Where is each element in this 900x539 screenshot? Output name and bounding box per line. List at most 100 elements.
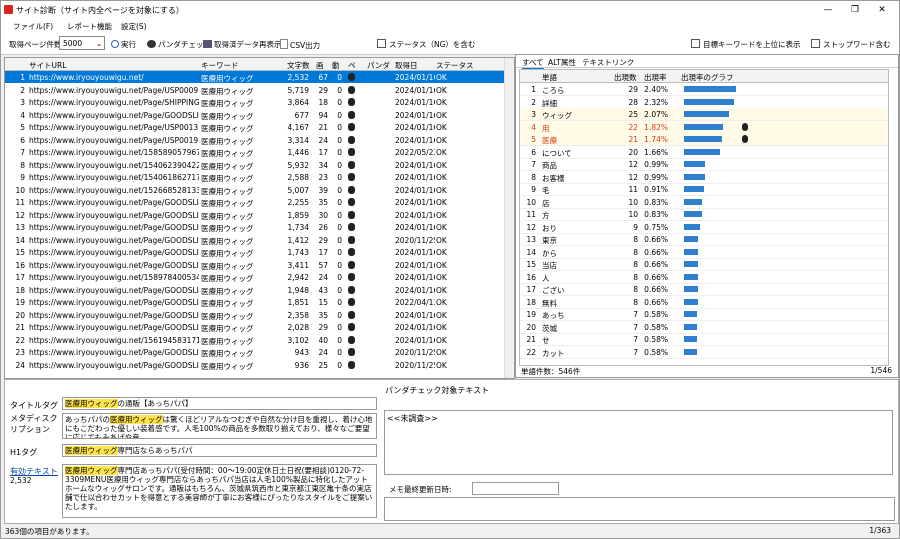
word-row[interactable]: 7 商品 12 0.99% — [520, 158, 888, 171]
meta-description-label: メタディスクリプション — [10, 414, 58, 434]
table-row[interactable]: 16 https://www.iryouyouwigu.net/Page/GOOD… — [5, 259, 514, 271]
maximize-button[interactable]: ❐ — [844, 3, 866, 17]
row-number: 21 — [15, 323, 25, 332]
word-row[interactable]: 13 東京 8 0.66% — [520, 233, 888, 246]
memo-box[interactable] — [384, 497, 895, 521]
table-row[interactable]: 11 https://www.iryouyouwigu.net/Page/GOOD… — [5, 196, 514, 208]
tab-all[interactable]: すべて — [522, 57, 544, 69]
table-row[interactable]: 1 https://www.iryouyouwigu.net/医療用ウィッグ 2,5… — [5, 71, 514, 83]
row-keyword: 医療用ウィッグ — [201, 74, 254, 83]
word-row[interactable]: 1 ころら 29 2.40% — [520, 83, 888, 96]
word-rate: 0.83% — [644, 210, 668, 219]
col-panda[interactable]: パンダ — [367, 60, 390, 71]
col-rate[interactable]: 出現率 — [644, 72, 667, 83]
word-row[interactable]: 21 せ 7 0.58% — [520, 333, 888, 346]
menu-report[interactable]: レポート機能 — [67, 21, 112, 32]
memo-date-field[interactable] — [472, 482, 559, 495]
col-chars[interactable]: 文字数 — [287, 60, 310, 71]
table-row[interactable]: 22 https://www.iryouyouwigu.net/156194583… — [5, 334, 514, 346]
row-chars: 1,851 — [287, 298, 309, 307]
table-row[interactable]: 5 https://www.iryouyouwigu.net/Page/USP00… — [5, 121, 514, 133]
word-row[interactable]: 14 から 8 0.66% — [520, 246, 888, 259]
word-row[interactable]: 19 あっち 7 0.58% — [520, 308, 888, 321]
table-scrollbar[interactable] — [504, 58, 514, 378]
csv-button[interactable]: CSV出力 — [280, 39, 320, 51]
tab-alt[interactable]: ALT属性 — [548, 57, 576, 68]
word-row[interactable]: 12 おり 9 0.75% — [520, 221, 888, 234]
close-button[interactable]: ✕ — [871, 3, 893, 17]
row-images: 35 — [318, 198, 328, 207]
table-row[interactable]: 12 https://www.iryouyouwigu.net/Page/GOOD… — [5, 209, 514, 221]
table-row[interactable]: 7 https://www.iryouyouwigu.net/1585890579… — [5, 146, 514, 158]
word-row[interactable]: 16 人 8 0.66% — [520, 271, 888, 284]
table-row[interactable]: 20 https://www.iryouyouwigu.net/Page/GOOD… — [5, 309, 514, 321]
table-row[interactable]: 9 https://www.iryouyouwigu.net/1540618627… — [5, 171, 514, 183]
menu-file[interactable]: ファイル(F) — [13, 21, 53, 32]
row-keyword: 医療用ウィッグ — [201, 86, 254, 96]
word-row[interactable]: 11 方 10 0.83% — [520, 208, 888, 221]
word-row[interactable]: 10 店 10 0.83% — [520, 196, 888, 209]
row-status: OK — [436, 273, 447, 282]
word-row[interactable]: 6 について 20 1.66% — [520, 146, 888, 159]
table-row[interactable]: 6 https://www.iryouyouwigu.net/Page/USP00… — [5, 134, 514, 146]
status-ng-checkbox[interactable]: ステータス（NG）を含む — [377, 39, 475, 50]
word-row[interactable]: 9 毛 11 0.91% — [520, 183, 888, 196]
table-row[interactable]: 14 https://www.iryouyouwigu.net/Page/GOOD… — [5, 234, 514, 246]
word-row[interactable]: 15 当店 8 0.66% — [520, 258, 888, 271]
rate-bar — [684, 136, 722, 142]
col-pe[interactable]: ペ — [348, 60, 356, 71]
tab-textlink[interactable]: テキストリンク — [582, 57, 634, 68]
col-images[interactable]: 画 — [316, 60, 324, 71]
word-row[interactable]: 17 ござい 8 0.66% — [520, 283, 888, 296]
col-status[interactable]: ステータス — [436, 60, 474, 71]
table-row[interactable]: 13 https://www.iryouyouwigu.net/Page/GOOD… — [5, 221, 514, 233]
col-date[interactable]: 取得日 — [395, 60, 418, 71]
rate-bar — [684, 323, 697, 330]
word-row[interactable]: 4 用 22 1.82% — [520, 120, 888, 134]
row-video: 0 — [337, 135, 342, 145]
stopword-checkbox[interactable]: ストップワード含む — [811, 39, 891, 50]
word-row[interactable]: 20 茨城 7 0.58% — [520, 321, 888, 334]
table-row[interactable]: 3 https://www.iryouyouwigu.net/Page/SHIPP… — [5, 96, 514, 108]
col-url[interactable]: サイトURL — [29, 60, 66, 71]
table-row[interactable]: 15 https://www.iryouyouwigu.net/Page/GOOD… — [5, 246, 514, 258]
word-row[interactable]: 8 お客様 12 0.99% — [520, 171, 888, 184]
col-word[interactable]: 単語 — [542, 72, 557, 83]
table-row[interactable]: 24 https://www.iryouyouwigu.net/Page/GOOD… — [5, 359, 514, 371]
word-row[interactable]: 2 詳細 28 2.32% — [520, 96, 888, 109]
table-row[interactable]: 21 https://www.iryouyouwigu.net/Page/GOOD… — [5, 321, 514, 333]
table-row[interactable]: 18 https://www.iryouyouwigu.net/Page/GOOD… — [5, 284, 514, 296]
word-text: 茨城 — [542, 323, 557, 333]
run-button[interactable]: 実行 — [111, 39, 136, 50]
penguin-icon — [348, 148, 355, 156]
menu-settings[interactable]: 設定(S) — [121, 21, 147, 32]
row-date: 2024/01/16 — [395, 273, 435, 282]
col-keyword[interactable]: キーワード — [201, 60, 239, 71]
table-row[interactable]: 4 https://www.iryouyouwigu.net/Page/GOODS… — [5, 109, 514, 121]
table-row[interactable]: 23 https://www.iryouyouwigu.net/Page/GOOD… — [5, 346, 514, 358]
word-row[interactable]: 3 ウィッグ 25 2.07% — [520, 108, 888, 121]
col-video[interactable]: 動 — [332, 60, 340, 71]
row-keyword: 医療用ウィッグ — [201, 274, 254, 283]
row-images: 17 — [318, 148, 328, 157]
col-graph[interactable]: 出現率のグラフ — [681, 72, 734, 83]
panda-check-button[interactable]: パンダチェック — [147, 39, 211, 50]
word-text: から — [542, 248, 557, 258]
table-row[interactable]: 8 https://www.iryouyouwigu.net/1540623904… — [5, 159, 514, 171]
col-count[interactable]: 出現数 — [614, 72, 637, 83]
row-url: https://www.iryouyouwigu.net/Page/USP001… — [29, 123, 199, 132]
word-row[interactable]: 22 カット 7 0.58% — [520, 346, 888, 359]
table-row[interactable]: 2 https://www.iryouyouwigu.net/Page/USP00… — [5, 84, 514, 96]
panda-text-box[interactable]: <<未調査>> — [384, 410, 893, 475]
word-row[interactable]: 18 無料 8 0.66% — [520, 296, 888, 309]
minimize-button[interactable]: — — [817, 3, 839, 17]
word-row[interactable]: 5 医療 21 1.74% — [520, 133, 888, 146]
reload-button[interactable]: 取得済データ再表示 — [203, 39, 282, 50]
table-row[interactable]: 19 https://www.iryouyouwigu.net/Page/GOOD… — [5, 296, 514, 308]
table-row[interactable]: 17 https://www.iryouyouwigu.net/158978400… — [5, 271, 514, 283]
table-row[interactable]: 10 https://www.iryouyouwigu.net/152668528… — [5, 184, 514, 196]
target-top-checkbox[interactable]: 目標キーワードを上位に表示 — [691, 39, 801, 50]
row-chars: 3,411 — [287, 260, 309, 270]
pages-select[interactable]: 5000 ⌄ — [59, 36, 105, 50]
rate-bar — [684, 198, 702, 205]
